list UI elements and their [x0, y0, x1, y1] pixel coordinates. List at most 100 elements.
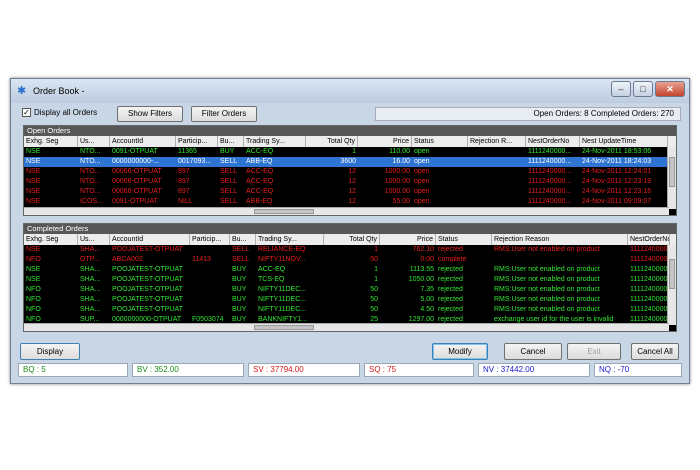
open-orders-hscroll[interactable] — [24, 207, 669, 215]
table-cell: open — [414, 178, 430, 185]
table-row[interactable]: NSE NTO... 00066-OTPUAT 897 SELL ACC-EQ 12 1000… — [24, 187, 676, 197]
checkbox-check-icon[interactable]: ✓ — [22, 108, 31, 117]
table-cell: RMS:User not enabled on product — [494, 286, 600, 293]
table-cell: 1111240000... — [630, 266, 670, 273]
column-header[interactable]: NestOrderNo — [526, 136, 580, 147]
scroll-thumb[interactable] — [254, 325, 314, 330]
table-row[interactable]: NSE NTO... 0091-OTPUAT 11365 BUY ACC-EQ 1 110.0… — [24, 147, 676, 157]
table-row[interactable]: NSE NTO... 00066-OTPUAT 897 SELL ACC-EQ 12 1000… — [24, 177, 676, 187]
table-cell: rejected — [438, 276, 463, 283]
table-cell: 0091-OTPUAT — [112, 198, 158, 205]
display-button[interactable]: Display — [20, 343, 80, 360]
completed-orders-hscroll[interactable] — [24, 323, 669, 331]
maximize-button[interactable]: □ — [633, 81, 653, 97]
column-header[interactable]: Exhg. Seg — [24, 234, 78, 245]
show-filters-button[interactable]: Show Filters — [117, 106, 183, 122]
table-cell: 24-Nov-2011 18:53:06 — [582, 148, 652, 155]
table-cell: 5.00 — [420, 296, 434, 303]
status-field: BV : 352.00 — [132, 363, 244, 377]
table-cell: BUY — [232, 286, 247, 293]
column-header[interactable]: Trading Sy... — [244, 136, 306, 147]
column-header[interactable]: Status — [412, 136, 468, 147]
column-header[interactable]: Rejection Reason — [492, 234, 628, 245]
completed-orders-vscroll[interactable] — [667, 245, 676, 325]
column-header[interactable]: Total Qty — [324, 234, 380, 245]
column-header[interactable]: Price — [358, 136, 412, 147]
table-cell: 1 — [374, 266, 378, 273]
column-header[interactable]: Us... — [78, 136, 110, 147]
column-header[interactable]: Price — [380, 234, 436, 245]
table-row[interactable]: NSE SHA... POOJATEST-OTPUAT BUY TCS-EQ 1 1050.… — [24, 275, 676, 285]
table-cell: NIFTY11DEC... — [258, 296, 307, 303]
column-header[interactable]: Total Qty — [306, 136, 358, 147]
exit-button[interactable]: Exit — [567, 343, 621, 360]
table-cell: 24-Nov-2011 12:23:16 — [582, 188, 652, 195]
table-cell: 1111240000... — [528, 168, 572, 175]
table-row[interactable]: NSE NTO... 00066-OTPUAT 897 SELL ACC-EQ 12 1000… — [24, 167, 676, 177]
scroll-thumb[interactable] — [669, 157, 675, 187]
table-cell — [190, 285, 230, 295]
column-header[interactable]: Rejection R... — [468, 136, 526, 147]
table-cell: SHA... — [80, 266, 101, 273]
table-cell: 1111240000... — [630, 306, 670, 313]
table-row[interactable]: NFO SHA... POOJATEST-OTPUAT BUY NIFTY11DEC..… — [24, 305, 676, 315]
scroll-thumb[interactable] — [669, 259, 675, 289]
scroll-thumb[interactable] — [254, 209, 314, 214]
table-row[interactable]: NFO SHA... POOJATEST-OTPUAT BUY NIFTY11DEC..… — [24, 295, 676, 305]
column-header[interactable]: Particip... — [190, 234, 230, 245]
table-cell: 1111240000... — [630, 256, 670, 263]
filter-orders-button[interactable]: Filter Orders — [191, 106, 257, 122]
table-cell — [190, 275, 230, 285]
open-orders-header: Exhg. Seg Us... AccountId Particip... Bu... T… — [24, 136, 676, 147]
column-header[interactable]: NestOrderNo — [628, 234, 670, 245]
table-row[interactable]: NSE NTO... 0000000000-... 0017093... SELL ABB… — [24, 157, 676, 167]
table-cell: BUY — [232, 306, 247, 313]
column-header[interactable]: Exhg. Seg — [24, 136, 78, 147]
display-all-orders-checkbox[interactable]: ✓ Display all Orders — [22, 108, 97, 117]
table-cell: ACC-EQ — [246, 188, 274, 195]
column-header[interactable]: Status — [436, 234, 492, 245]
cancel-all-button[interactable]: Cancel All — [631, 343, 679, 360]
column-header[interactable]: AccountId — [110, 234, 190, 245]
table-cell: TCS-EQ — [258, 276, 285, 283]
column-header[interactable]: Particip... — [176, 136, 218, 147]
column-header[interactable]: Bu... — [218, 136, 244, 147]
table-cell — [190, 295, 230, 305]
table-cell: NIFTY11NOV... — [258, 256, 306, 263]
minimize-button[interactable]: – — [611, 81, 631, 97]
table-cell: POOJATEST-OTPUAT — [112, 276, 183, 283]
table-cell: 16.00 — [392, 158, 410, 165]
table-row[interactable]: NFO SHA... POOJATEST-OTPUAT BUY NIFTY11DEC..… — [24, 285, 676, 295]
table-cell: 7.35 — [420, 286, 434, 293]
column-header[interactable]: AccountId — [110, 136, 176, 147]
table-cell: ABB-EQ — [246, 158, 273, 165]
table-cell: 1 — [374, 276, 378, 283]
table-cell: 55.00 — [392, 198, 410, 205]
table-cell: BUY — [220, 148, 235, 155]
column-header[interactable]: Trading Sy... — [256, 234, 324, 245]
column-header[interactable]: Us... — [78, 234, 110, 245]
cancel-button[interactable]: Cancel — [504, 343, 562, 360]
table-row[interactable]: NFO OTP... ABCA002 11413 SELL NIFTY11NOV... 50… — [24, 255, 676, 265]
close-button[interactable]: ✕ — [655, 81, 685, 97]
open-orders-vscroll[interactable] — [667, 147, 676, 209]
table-cell: NSE — [26, 158, 41, 165]
order-book-window: ✱ Order Book - – □ ✕ ✓ Display all Order… — [10, 78, 690, 384]
table-row[interactable]: NSE SHA... POOJATEST-OTPUAT SELL RELIANCE-EQ… — [24, 245, 676, 255]
title-bar[interactable]: ✱ Order Book - – □ ✕ — [11, 79, 689, 103]
column-header[interactable]: Nest UpdateTime — [580, 136, 668, 147]
table-row[interactable]: NSE ICOS... 0091-OTPUAT NILL SELL ABB-EQ 12 55.… — [24, 197, 676, 207]
table-cell: 1000.00 — [384, 188, 410, 195]
modify-button[interactable]: Modify — [432, 343, 488, 360]
table-row[interactable]: NSE SHA... POOJATEST-OTPUAT BUY ACC-EQ 1 1113.… — [24, 265, 676, 275]
table-cell — [468, 167, 526, 177]
status-field: NQ : -70 — [594, 363, 682, 377]
table-cell: NSE — [26, 246, 41, 253]
table-cell: 00066-OTPUAT — [112, 188, 162, 195]
table-cell: ACC-EQ — [246, 168, 274, 175]
column-header[interactable]: Bu... — [230, 234, 256, 245]
table-cell — [190, 245, 230, 255]
app-logo-icon: ✱ — [17, 85, 27, 97]
table-cell: NTO... — [80, 168, 101, 175]
table-cell: SELL — [220, 168, 238, 175]
